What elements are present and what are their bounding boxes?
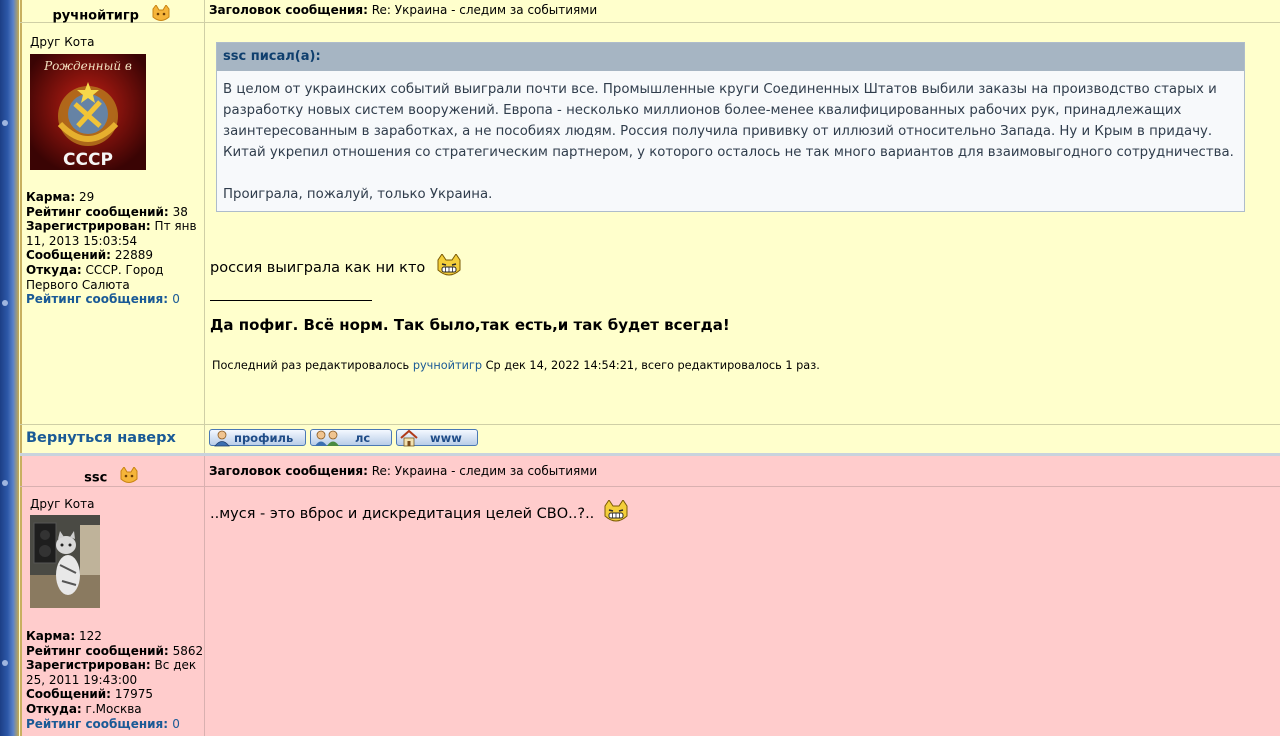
pm-button[interactable]: лс bbox=[310, 429, 392, 446]
www-button[interactable]: www bbox=[396, 429, 478, 447]
author-name[interactable]: ручнойтигр bbox=[53, 9, 139, 24]
cat-rank-icon bbox=[118, 466, 140, 489]
grinning-cat-emoticon bbox=[603, 499, 629, 528]
signature: Да пофиг. Всё норм. Так было,так есть,и … bbox=[210, 316, 730, 334]
edited-note: Последний раз редактировалось ручнойтигр… bbox=[212, 359, 820, 372]
post-message: ..муся - это вброс и дискредитация целей… bbox=[210, 499, 629, 528]
grinning-cat-emoticon bbox=[436, 253, 462, 282]
quote-paragraph: В целом от украинских событий выиграли п… bbox=[223, 82, 1234, 160]
cat-rank-icon bbox=[150, 4, 172, 27]
home-icon bbox=[400, 429, 418, 450]
signature-divider bbox=[210, 300, 372, 301]
author-name[interactable]: ssc bbox=[84, 471, 107, 486]
user-rank: Друг Кота bbox=[30, 497, 95, 511]
avatar: Рожденный в СССР bbox=[30, 54, 146, 170]
quote-header: ssc писал(а): bbox=[217, 43, 1244, 71]
post-1: ручнойтигр Заголовок сообщения: Re: Укра… bbox=[20, 0, 1280, 455]
pm-icon bbox=[314, 429, 342, 450]
post-message: россия выиграла как ни кто bbox=[210, 253, 462, 282]
avatar-text-bottom: СССР bbox=[63, 150, 113, 170]
profile-button[interactable]: профиль bbox=[209, 429, 306, 447]
avatar-text-top: Рожденный в bbox=[43, 59, 132, 73]
post-rating-link[interactable]: Рейтинг сообщения: 0 bbox=[26, 717, 204, 732]
post-subject: Заголовок сообщения: Re: Украина - следи… bbox=[209, 3, 598, 17]
profile-icon bbox=[213, 429, 231, 450]
editor-link[interactable]: ручнойтигр bbox=[413, 359, 482, 372]
back-to-top-link[interactable]: Вернуться наверх bbox=[26, 430, 176, 446]
post-subject: Заголовок сообщения: Re: Украина - следи… bbox=[209, 464, 598, 478]
avatar bbox=[30, 515, 100, 608]
quote-paragraph: Проиграла, пожалуй, только Украина. bbox=[223, 187, 493, 202]
quote-block: ssc писал(а): В целом от украинских собы… bbox=[216, 42, 1245, 212]
user-rank: Друг Кота bbox=[30, 35, 95, 49]
page-left-border bbox=[0, 0, 19, 736]
user-stats: Карма: 29 Рейтинг сообщений: 38 Зарегист… bbox=[26, 190, 204, 307]
post-rating-link[interactable]: Рейтинг сообщения: 0 bbox=[26, 292, 204, 307]
user-stats: Карма: 122 Рейтинг сообщений: 5862 Зарег… bbox=[26, 629, 204, 731]
post-author[interactable]: ручнойтигр bbox=[20, 4, 204, 27]
post-2: ssc Заголовок сообщения: Re: Украина - с… bbox=[20, 456, 1280, 736]
post-author[interactable]: ssc bbox=[20, 466, 204, 489]
